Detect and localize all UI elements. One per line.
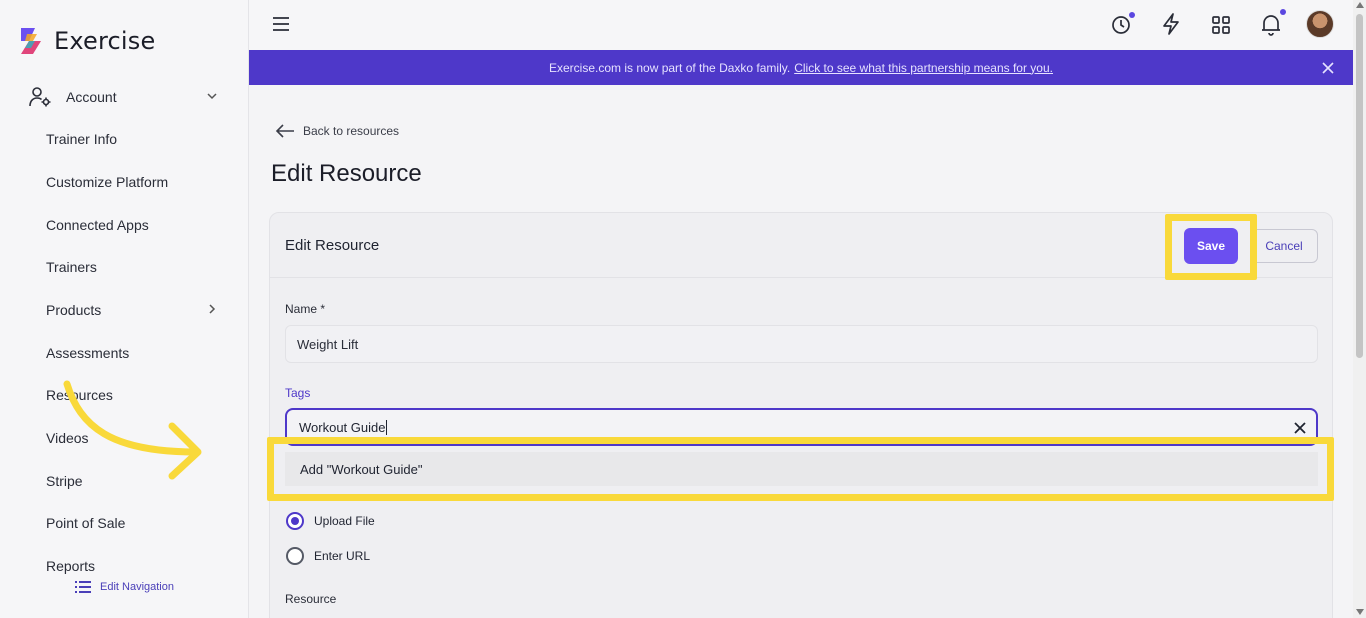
sidebar-item-trainers[interactable]: Trainers [46, 259, 97, 275]
tags-dropdown-option[interactable]: Add "Workout Guide" [285, 452, 1318, 486]
resource-label: Resource [285, 592, 337, 606]
history-notification-dot [1129, 12, 1135, 18]
sidebar-item-customize-platform[interactable]: Customize Platform [46, 174, 168, 190]
sidebar: Exercise Account Trainer Info Customize … [0, 0, 249, 618]
chevron-right-icon[interactable] [206, 303, 218, 315]
radio-upload-label: Upload File [314, 514, 375, 528]
sidebar-item-account[interactable]: Account [28, 84, 220, 110]
sidebar-item-trainer-info[interactable]: Trainer Info [46, 131, 117, 147]
avatar[interactable] [1306, 10, 1334, 38]
chevron-down-icon[interactable] [206, 90, 218, 102]
edit-resource-card: Edit Resource Save Cancel Name * Weight … [269, 212, 1333, 618]
exercise-logo-icon [21, 28, 41, 54]
bell-notification-dot [1280, 9, 1286, 15]
scroll-down-icon[interactable] [1356, 609, 1364, 615]
lightning-icon[interactable] [1161, 12, 1181, 36]
name-value: Weight Lift [297, 336, 359, 352]
account-settings-icon [29, 87, 51, 107]
sidebar-item-assessments[interactable]: Assessments [46, 345, 129, 361]
banner-text: Exercise.com is now part of the Daxko fa… [549, 60, 791, 75]
tags-value: Workout Guide [299, 419, 386, 435]
back-label: Back to resources [303, 124, 400, 138]
back-to-resources-link[interactable]: Back to resources [275, 124, 399, 138]
page-title: Edit Resource [271, 160, 422, 187]
radio-upload-file[interactable]: Upload File [286, 512, 375, 530]
hamburger-icon[interactable] [272, 15, 290, 33]
logo[interactable]: Exercise [17, 26, 155, 56]
scroll-up-icon[interactable] [1356, 2, 1364, 8]
radio-enter-url[interactable]: Enter URL [286, 547, 370, 565]
scroll-thumb[interactable] [1356, 14, 1363, 358]
sidebar-item-products[interactable]: Products [46, 302, 101, 318]
tags-input[interactable]: Workout Guide [285, 408, 1318, 446]
close-icon[interactable] [1294, 422, 1306, 434]
bell-icon[interactable] [1260, 12, 1282, 36]
banner-link[interactable]: Click to see what this partnership means… [794, 61, 1053, 75]
save-button[interactable]: Save [1184, 228, 1238, 264]
text-caret [386, 419, 388, 435]
edit-navigation-link[interactable]: Edit Navigation [75, 580, 174, 594]
sidebar-item-label: Account [66, 89, 117, 105]
edit-navigation-label: Edit Navigation [100, 581, 174, 593]
sidebar-item-reports[interactable]: Reports [46, 558, 95, 574]
tags-label: Tags [285, 386, 311, 400]
page-scrollbar[interactable] [1353, 0, 1366, 618]
radio-button[interactable] [286, 547, 304, 565]
logo-text: Exercise [54, 27, 156, 55]
radio-url-label: Enter URL [314, 549, 371, 563]
cancel-button[interactable]: Cancel [1250, 229, 1318, 263]
apps-grid-icon[interactable] [1211, 12, 1231, 36]
top-bar [249, 0, 1353, 50]
name-label: Name * [285, 302, 326, 316]
close-icon[interactable] [1321, 61, 1335, 75]
arrow-left-icon [275, 124, 294, 138]
announcement-banner: Exercise.com is now part of the Daxko fa… [249, 50, 1353, 85]
pointer-arrow-icon [63, 380, 202, 480]
list-icon [75, 581, 91, 593]
sidebar-item-point-of-sale[interactable]: Point of Sale [46, 515, 125, 531]
card-divider [270, 277, 1332, 278]
name-input[interactable]: Weight Lift [285, 325, 1318, 363]
radio-button[interactable] [286, 512, 304, 530]
dropdown-option-label: Add "Workout Guide" [300, 461, 423, 477]
card-title: Edit Resource [285, 237, 380, 254]
sidebar-item-connected-apps[interactable]: Connected Apps [46, 217, 149, 233]
